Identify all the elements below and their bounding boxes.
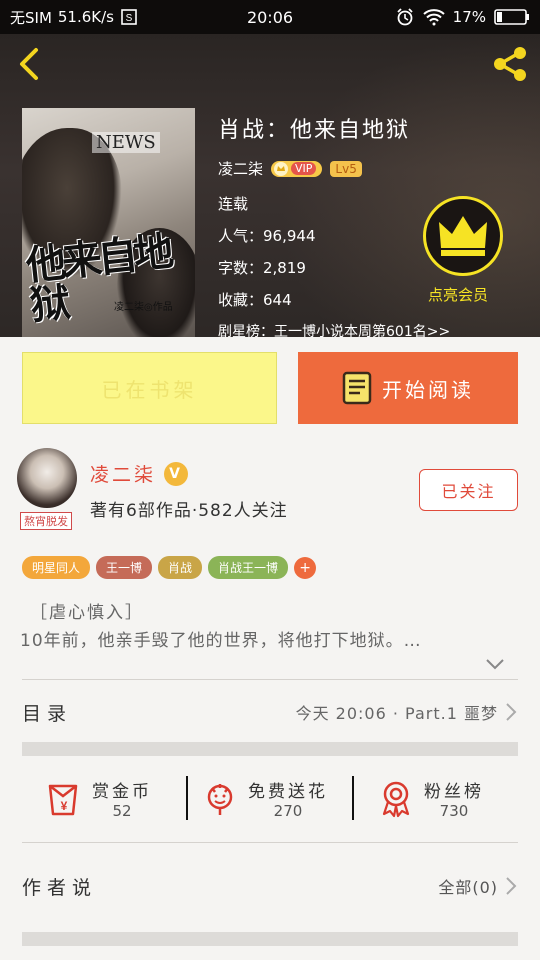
author-stats: 著有6部作品·582人关注 xyxy=(90,501,288,521)
share-button[interactable] xyxy=(490,44,530,84)
crown-small-icon xyxy=(274,161,289,176)
ranking-link[interactable]: 剧星榜：王一博小说本周第601名>> xyxy=(218,321,450,337)
catalog-row[interactable]: 目录 今天 20:06 · Part.1 噩梦 xyxy=(22,690,518,734)
fan-ranking-button[interactable]: 粉丝榜 730 xyxy=(376,770,536,826)
send-flower-button[interactable]: 免费送花 270 xyxy=(200,770,360,826)
vip-badge: VIP xyxy=(271,160,323,177)
fan-ranking-value: 730 xyxy=(439,801,469,820)
tag-item[interactable]: 肖战王一博 xyxy=(208,556,289,579)
reward-coins-button[interactable]: ¥ 赏金币 52 xyxy=(44,770,204,826)
reward-coins-label: 赏金币 xyxy=(92,781,152,802)
expand-button[interactable] xyxy=(484,655,506,673)
book-title: 肖战：他来自地狱 xyxy=(218,118,411,143)
medal-icon xyxy=(376,778,416,818)
divider xyxy=(22,679,518,680)
cover-news-text: NEWS xyxy=(92,132,160,153)
chevron-down-icon xyxy=(486,659,504,670)
avatar[interactable] xyxy=(17,448,77,508)
author-name-header[interactable]: 凌二柒 xyxy=(218,158,263,179)
chevron-right-icon xyxy=(504,875,518,897)
member-button[interactable] xyxy=(423,196,503,276)
book-header: NEWS 他来自地狱 凌二柒◎作品 肖战：他来自地狱 凌二柒 VIP Lv5 连… xyxy=(0,34,540,337)
divider xyxy=(352,776,354,820)
tag-item[interactable]: 王一博 xyxy=(96,556,153,579)
popularity: 人气：96,944 xyxy=(218,227,316,245)
add-tag-button[interactable]: + xyxy=(294,556,317,579)
author-says-all: 全部(0) xyxy=(438,878,498,897)
on-shelf-button[interactable]: 已在书架 xyxy=(22,352,277,424)
send-flower-value: 270 xyxy=(273,801,303,820)
share-icon xyxy=(494,47,526,81)
latest-chapter: 今天 20:06 · Part.1 噩梦 xyxy=(295,704,498,723)
section-separator xyxy=(22,742,518,756)
crown-icon xyxy=(439,216,487,256)
chevron-right-icon xyxy=(504,701,518,723)
divider xyxy=(186,776,188,820)
author-says-label: 作者说 xyxy=(22,876,98,899)
svg-text:¥: ¥ xyxy=(61,799,68,813)
cover-author: 凌二柒◎作品 xyxy=(114,302,173,313)
book-cover[interactable]: NEWS 他来自地狱 凌二柒◎作品 xyxy=(22,108,195,337)
favorites: 收藏：644 xyxy=(218,291,292,309)
send-flower-label: 免费送花 xyxy=(248,781,328,802)
red-envelope-icon: ¥ xyxy=(44,778,84,818)
member-label[interactable]: 点亮会员 xyxy=(428,284,488,305)
book-icon xyxy=(342,371,372,405)
section-separator xyxy=(22,932,518,946)
avatar-tag: 熬宵脱发 xyxy=(20,512,72,530)
catalog-label: 目录 xyxy=(22,702,73,725)
tag-list: 明星同人 王一博 肖战 肖战王一博 + xyxy=(22,556,317,579)
divider xyxy=(22,842,518,843)
vip-label: VIP xyxy=(291,162,317,175)
author-says-row[interactable]: 作者说 全部(0) xyxy=(22,866,518,906)
author-name[interactable]: 凌二柒 V xyxy=(90,460,189,487)
start-reading-button[interactable]: 开始阅读 xyxy=(298,352,518,424)
reward-coins-value: 52 xyxy=(112,801,132,820)
tag-item[interactable]: 肖战 xyxy=(158,556,203,579)
intro-text[interactable]: 10年前，他亲手毁了他的世界，将他打下地狱。… xyxy=(20,626,520,651)
start-reading-label: 开始阅读 xyxy=(382,377,474,402)
serial-status: 连载 xyxy=(218,195,249,213)
author-name-text: 凌二柒 xyxy=(90,464,157,486)
follow-button[interactable]: 已关注 xyxy=(419,469,518,511)
author-row: 凌二柒 VIP Lv5 xyxy=(218,158,450,179)
word-count: 字数：2,819 xyxy=(218,259,306,277)
flower-icon xyxy=(200,778,240,818)
clock: 20:06 xyxy=(246,7,294,27)
back-button[interactable] xyxy=(12,46,48,82)
level-badge: Lv5 xyxy=(330,160,362,177)
verified-badge: V xyxy=(164,461,189,486)
fan-ranking-label: 粉丝榜 xyxy=(424,781,484,802)
book-info: 肖战：他来自地狱 凌二柒 VIP Lv5 连载 人气：96,944 字数：2,8… xyxy=(218,112,450,337)
intro-tag: ［虐心慎入］ xyxy=(30,603,144,623)
status-bar: 无SIM 51.6K/s S 20:06 17% xyxy=(0,0,540,34)
chevron-left-icon xyxy=(20,48,38,80)
tag-item[interactable]: 明星同人 xyxy=(22,556,91,579)
